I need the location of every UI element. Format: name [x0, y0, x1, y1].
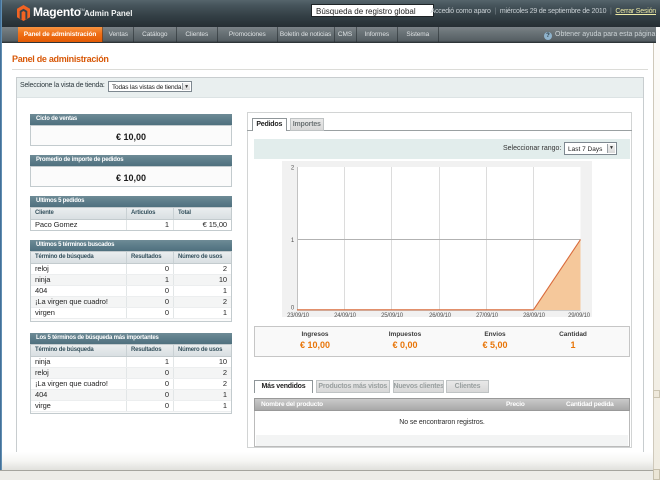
svg-text:23/09/10: 23/09/10 [287, 313, 310, 317]
svg-text:24/09/10: 24/09/10 [334, 313, 357, 317]
svg-text:25/09/10: 25/09/10 [381, 313, 404, 317]
svg-text:27/09/10: 27/09/10 [476, 313, 499, 317]
svg-text:28/09/10: 28/09/10 [523, 313, 546, 317]
svg-text:29/09/10: 29/09/10 [568, 313, 591, 317]
svg-text:26/09/10: 26/09/10 [429, 313, 452, 317]
